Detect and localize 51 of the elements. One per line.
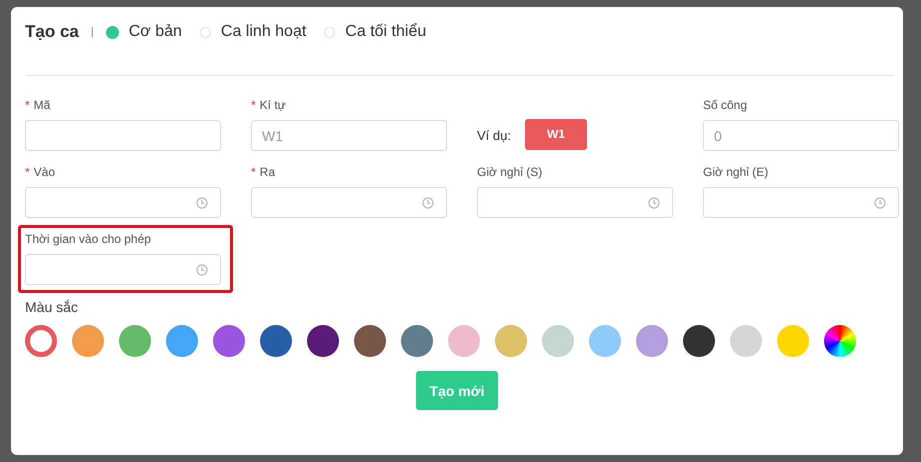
color-swatch[interactable] — [542, 325, 574, 357]
dialog-title: Tạo ca — [25, 22, 79, 42]
field-label: Ra — [260, 165, 276, 179]
required-mark: * — [25, 98, 30, 112]
clock-icon — [196, 196, 208, 208]
time-field[interactable] — [251, 187, 447, 218]
required-mark: * — [251, 98, 256, 112]
field-label: Giờ nghỉ (S) — [477, 165, 542, 179]
color-swatch[interactable] — [730, 325, 762, 357]
time-field[interactable] — [25, 187, 221, 218]
clock-icon — [874, 196, 886, 208]
clock-icon — [648, 196, 660, 208]
field-label: Vào — [34, 165, 56, 179]
example-label: Ví dụ: — [477, 128, 511, 143]
color-swatch[interactable] — [589, 325, 621, 357]
color-swatch[interactable] — [119, 325, 151, 357]
color-swatch[interactable] — [448, 325, 480, 357]
color-swatch[interactable] — [683, 325, 715, 357]
required-mark: * — [25, 165, 30, 179]
input-field[interactable]: 0 — [703, 120, 899, 151]
color-swatch[interactable] — [307, 325, 339, 357]
color-swatch[interactable] — [777, 325, 809, 357]
color-swatch[interactable] — [260, 325, 292, 357]
time-field[interactable] — [703, 187, 899, 218]
field-label: Kí tự — [260, 98, 286, 112]
clock-icon — [196, 264, 208, 276]
color-swatch[interactable] — [166, 325, 198, 357]
shift-type-radio[interactable]: Ca linh hoạt — [200, 23, 306, 41]
shift-type-radio[interactable]: Ca tối thiểu — [324, 23, 426, 41]
field-label: Giờ nghỉ (E) — [703, 165, 768, 179]
color-swatch[interactable] — [354, 325, 386, 357]
separator: | — [90, 26, 94, 38]
field-label: Mã — [34, 98, 50, 112]
color-swatch[interactable] — [495, 325, 527, 357]
color-swatch[interactable] — [25, 325, 57, 357]
input-field[interactable] — [25, 120, 221, 151]
section-label: Màu sắc — [25, 299, 79, 315]
color-wheel-icon[interactable] — [824, 325, 856, 357]
shift-type-radio[interactable]: Cơ bản — [106, 23, 182, 41]
field-label: Thời gian vào cho phép — [25, 232, 151, 246]
example-badge: W1 — [524, 119, 587, 150]
color-swatch[interactable] — [636, 325, 668, 357]
time-field[interactable] — [477, 187, 673, 218]
color-swatch[interactable] — [401, 325, 433, 357]
color-swatch[interactable] — [72, 325, 104, 357]
required-mark: * — [251, 165, 256, 179]
field-label: Số công — [703, 98, 748, 112]
clock-icon — [422, 196, 434, 208]
input-field[interactable]: W1 — [251, 120, 447, 151]
time-field[interactable] — [25, 254, 221, 285]
color-swatch[interactable] — [213, 325, 245, 357]
